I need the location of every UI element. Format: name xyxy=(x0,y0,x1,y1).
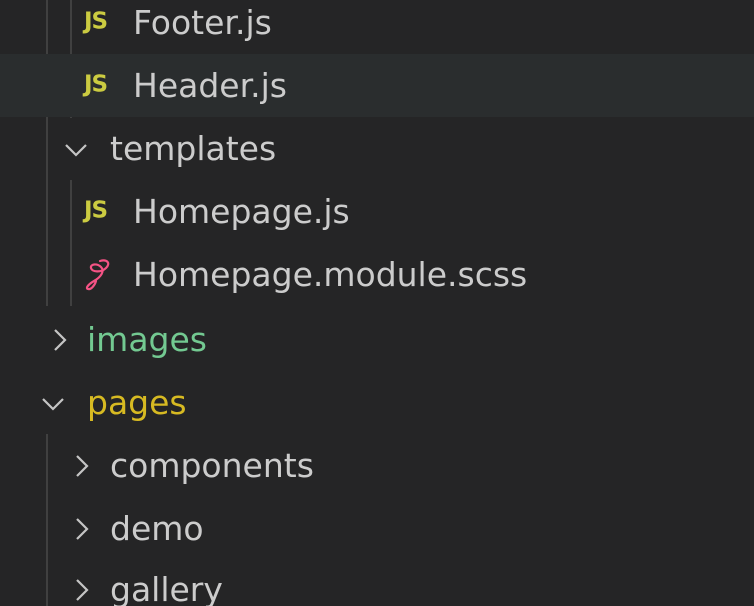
chevron-down-icon xyxy=(42,397,64,411)
javascript-file-icon: JS xyxy=(84,8,108,35)
tree-item-label: Homepage.js xyxy=(133,191,350,231)
tree-item-homepage-module-scss[interactable]: Homepage.module.scss xyxy=(0,243,754,306)
tree-item-label: Homepage.module.scss xyxy=(133,254,528,294)
tree-folder-images[interactable]: images xyxy=(0,308,754,371)
tree-item-label: pages xyxy=(87,382,187,422)
sass-icon xyxy=(85,259,110,291)
chevron-right-icon xyxy=(54,328,67,351)
chevron-right-icon xyxy=(76,454,89,477)
tree-item-footer-js[interactable]: JS Footer.js xyxy=(0,0,754,54)
tree-item-label: templates xyxy=(110,128,277,168)
chevron-down-icon xyxy=(65,143,87,157)
tree-item-label: demo xyxy=(110,508,204,548)
tree-item-label: components xyxy=(110,445,314,485)
tree-folder-pages[interactable]: pages xyxy=(0,371,754,434)
chevron-right-icon xyxy=(76,578,89,601)
tree-item-header-js[interactable]: JS Header.js xyxy=(0,54,754,117)
tree-item-label: Footer.js xyxy=(133,2,272,42)
tree-folder-gallery[interactable]: gallery xyxy=(0,558,754,606)
chevron-right-icon xyxy=(76,517,89,540)
tree-item-label: gallery xyxy=(110,569,223,606)
javascript-file-icon: JS xyxy=(84,197,108,224)
file-explorer-tree: JS Footer.js JS Header.js templates JS H… xyxy=(0,0,754,606)
tree-folder-templates[interactable]: templates xyxy=(0,117,754,180)
tree-item-homepage-js[interactable]: JS Homepage.js xyxy=(0,180,754,243)
tree-item-label: images xyxy=(87,319,207,359)
javascript-file-icon: JS xyxy=(84,71,108,98)
tree-folder-components[interactable]: components xyxy=(0,434,754,497)
tree-item-label: Header.js xyxy=(133,65,287,105)
tree-folder-demo[interactable]: demo xyxy=(0,497,754,560)
